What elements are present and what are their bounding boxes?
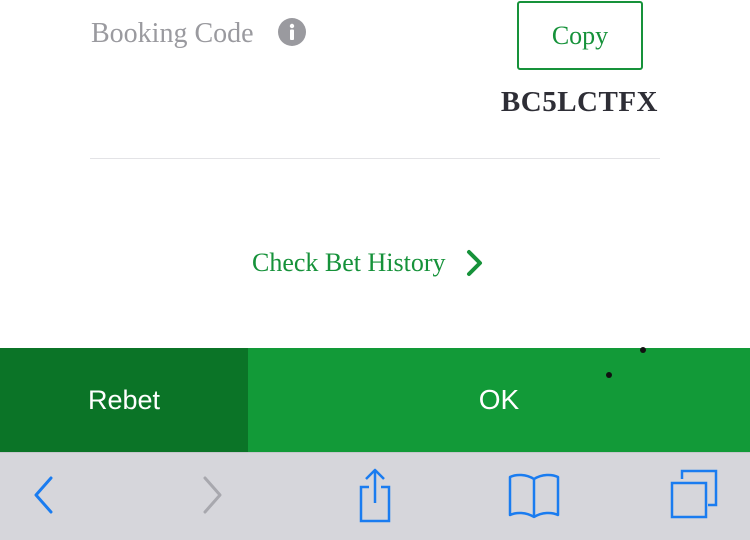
share-icon xyxy=(355,467,395,528)
touch-dot xyxy=(640,347,646,353)
rebet-button[interactable]: Rebet xyxy=(0,348,248,452)
info-icon[interactable] xyxy=(278,18,306,46)
tabs-button[interactable] xyxy=(664,453,724,540)
bookmarks-icon xyxy=(506,471,562,524)
back-button[interactable] xyxy=(20,453,68,540)
forward-icon xyxy=(200,475,224,520)
booking-code-value: BC5LCTFX xyxy=(500,86,658,118)
check-bet-history-link[interactable]: Check Bet History xyxy=(252,240,486,286)
ok-button[interactable]: OK xyxy=(248,347,750,452)
back-icon xyxy=(32,475,56,520)
bookmarks-button[interactable] xyxy=(502,453,566,540)
chevron-right-icon xyxy=(464,249,486,277)
share-button[interactable] xyxy=(350,453,400,540)
ok-button-label: OK xyxy=(478,384,520,415)
forward-button[interactable] xyxy=(188,453,236,540)
copy-button[interactable]: Copy xyxy=(517,1,643,70)
check-bet-history-label: Check Bet History xyxy=(252,248,446,277)
booking-code-label: Booking Code xyxy=(91,18,254,49)
browser-toolbar xyxy=(0,452,750,540)
booking-code-section: Booking Code Copy BC5LCTFX xyxy=(0,0,750,160)
tabs-icon xyxy=(668,469,720,526)
divider xyxy=(90,158,660,159)
action-bar: Rebet OK xyxy=(0,347,750,452)
touch-dot xyxy=(606,372,612,378)
